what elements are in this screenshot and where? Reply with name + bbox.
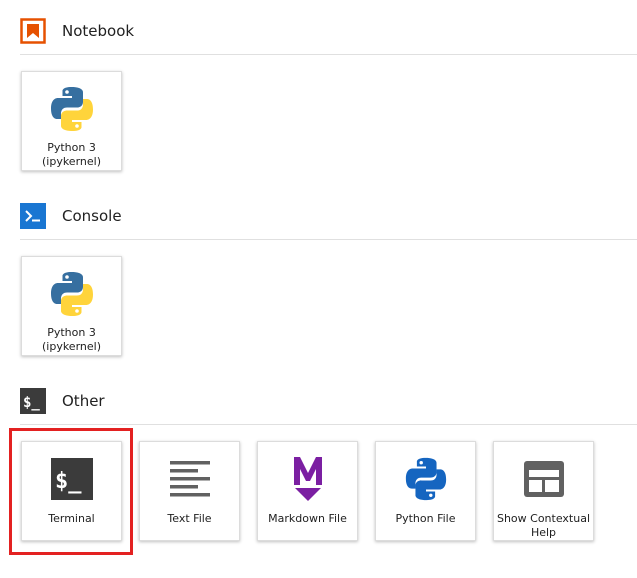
terminal-icon: $_ <box>20 388 46 414</box>
python-logo-icon <box>22 84 121 134</box>
terminal-icon: $_ <box>22 454 121 504</box>
console-prompt-icon <box>20 203 46 229</box>
card-label: Markdown File <box>268 512 347 525</box>
other-section-header: $_ Other <box>20 388 105 414</box>
other-section-title: Other <box>62 392 105 410</box>
svg-text:$_: $_ <box>23 395 40 411</box>
python-file-card[interactable]: Python File <box>375 441 476 541</box>
card-label: Python File <box>395 512 456 525</box>
console-python3-card[interactable]: Python 3 (ipykernel) <box>21 256 122 356</box>
card-label: Text File <box>167 512 212 525</box>
markdown-icon <box>258 454 357 504</box>
launcher-panel: Notebook Python 3 (ipykernel) Console Py… <box>0 0 637 578</box>
svg-text:$_: $_ <box>55 469 82 494</box>
card-label: Python 3 (ipykernel) <box>41 141 101 168</box>
terminal-card[interactable]: $_ Terminal <box>21 441 122 541</box>
console-divider <box>20 239 637 240</box>
card-label: Show Contextual Help <box>496 512 591 539</box>
other-divider <box>20 424 637 425</box>
console-section-title: Console <box>62 207 122 225</box>
contextual-help-icon <box>494 454 593 504</box>
notebook-divider <box>20 54 637 55</box>
text-lines-icon <box>140 454 239 504</box>
console-section-header: Console <box>20 203 122 229</box>
python-logo-icon <box>22 269 121 319</box>
text-file-card[interactable]: Text File <box>139 441 240 541</box>
notebook-section-title: Notebook <box>62 22 135 40</box>
card-label: Python 3 (ipykernel) <box>41 326 101 353</box>
card-label: Terminal <box>48 512 95 525</box>
show-contextual-help-card[interactable]: Show Contextual Help <box>493 441 594 541</box>
notebook-python3-card[interactable]: Python 3 (ipykernel) <box>21 71 122 171</box>
notebook-bookmark-icon <box>20 18 46 44</box>
notebook-section-header: Notebook <box>20 18 134 44</box>
markdown-file-card[interactable]: Markdown File <box>257 441 358 541</box>
python-logo-icon <box>376 454 475 504</box>
